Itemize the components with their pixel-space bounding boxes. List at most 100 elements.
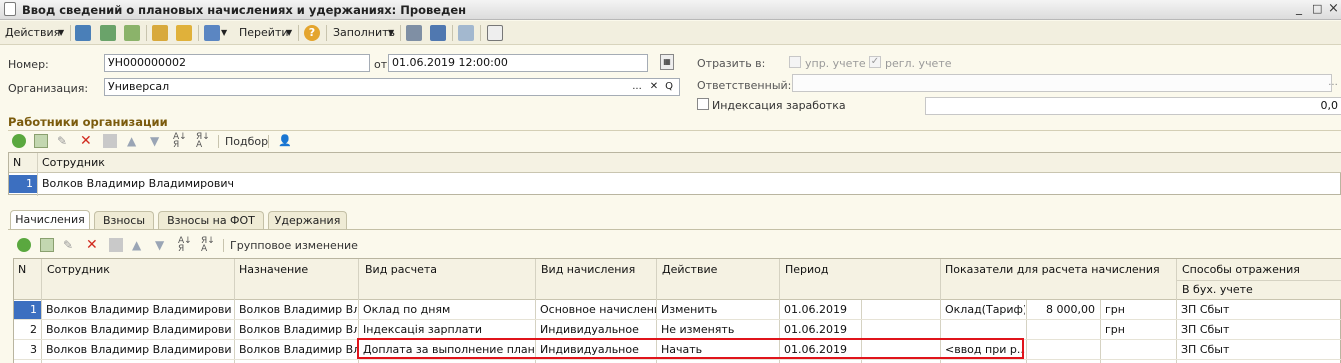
row-indicator-value[interactable]: 8 000,00: [1027, 301, 1098, 319]
sort-asc-accrual-icon[interactable]: A↓ Я: [178, 237, 192, 254]
delete-accrual-icon[interactable]: ✕: [86, 238, 100, 252]
minimize-button[interactable]: _: [1296, 1, 1302, 15]
open-organization-icon[interactable]: Q: [662, 79, 676, 95]
actions-dropdown-icon[interactable]: ▼: [58, 25, 64, 41]
organization-field[interactable]: Универсал: [104, 78, 680, 96]
delete-icon[interactable]: ✕: [80, 134, 94, 148]
employee-icon[interactable]: 👤: [278, 134, 292, 148]
report-icon[interactable]: [487, 25, 503, 41]
fill-dropdown-icon[interactable]: ▼: [388, 25, 394, 41]
structure-icon[interactable]: [430, 25, 446, 41]
group-change-button[interactable]: Групповое изменение: [230, 239, 358, 252]
actions-menu[interactable]: Действия: [5, 25, 60, 41]
number-field[interactable]: УН000000002: [104, 54, 370, 72]
indexation-amount-field[interactable]: 0,0: [925, 97, 1341, 115]
employee-name[interactable]: Волков Владимир Владимирович: [38, 175, 438, 193]
copy-row-icon[interactable]: [34, 134, 48, 148]
row-indicator-unit[interactable]: [1101, 341, 1175, 359]
row-accounting-method[interactable]: ЗП Сбыт: [1177, 321, 1341, 339]
calendar-icon[interactable]: ▦: [660, 54, 674, 70]
row-employee[interactable]: Волков Владимир Владимирович: [42, 341, 232, 359]
refresh-icon[interactable]: [100, 25, 116, 41]
tab-deductions[interactable]: Удержания: [268, 211, 347, 229]
unpost-icon[interactable]: [176, 25, 192, 41]
column-header-employee[interactable]: Сотрудник: [38, 154, 338, 172]
select-organization-button[interactable]: ...: [630, 79, 644, 95]
row-purpose[interactable]: Волков Владимир Вл...: [235, 301, 357, 319]
column-header-accounting[interactable]: В бух. учете: [1178, 281, 1341, 299]
row-indicator-value[interactable]: [1027, 321, 1098, 339]
row-accrual-kind[interactable]: Основное начисление: [536, 301, 656, 319]
sort-asc-icon[interactable]: A↓ Я: [173, 133, 187, 150]
tab-contributions[interactable]: Взносы: [94, 211, 154, 229]
sort-desc-icon[interactable]: Я↓ A: [196, 133, 210, 150]
goto-arrow-icon[interactable]: ▼: [221, 25, 227, 41]
row-indicator-name[interactable]: [941, 321, 1025, 339]
date-field[interactable]: 01.06.2019 12:00:00: [388, 54, 648, 72]
row-indicator-value[interactable]: [1027, 341, 1098, 359]
clear-organization-icon[interactable]: ✕: [647, 79, 661, 95]
edit-icon[interactable]: ✎: [57, 134, 71, 148]
row-purpose[interactable]: Волков Владимир Вл...: [235, 321, 357, 339]
column-header-n[interactable]: N: [9, 154, 36, 172]
end-edit-accrual-icon[interactable]: [109, 238, 123, 252]
responsible-field[interactable]: [792, 74, 1332, 92]
goto-dropdown-icon[interactable]: ▼: [286, 25, 292, 41]
column-header-accrual-kind[interactable]: Вид начисления: [537, 261, 657, 279]
copy-icon[interactable]: [124, 25, 140, 41]
row-period[interactable]: 01.06.2019: [780, 321, 860, 339]
management-accounting-checkbox[interactable]: [789, 56, 801, 68]
table-row[interactable]: 1 Волков Владимир Владимирович Волков Вл…: [14, 301, 1341, 320]
add-accrual-icon[interactable]: [17, 238, 31, 252]
row-employee[interactable]: Волков Владимир Владимирович: [42, 321, 232, 339]
close-button[interactable]: ×: [1328, 1, 1339, 16]
column-header-purpose[interactable]: Назначение: [235, 261, 355, 279]
move-down-icon[interactable]: ▼: [150, 134, 164, 148]
row-action[interactable]: Не изменять: [657, 321, 777, 339]
row-employee[interactable]: Волков Владимир Владимирович: [42, 301, 232, 319]
goto-icon[interactable]: [204, 25, 220, 41]
row-period[interactable]: 01.06.2019: [780, 301, 860, 319]
goto-menu[interactable]: Перейти: [239, 25, 289, 41]
sort-desc-accrual-icon[interactable]: Я↓ A: [201, 237, 215, 254]
edit-accrual-icon[interactable]: ✎: [63, 238, 77, 252]
row-purpose[interactable]: Волков Владимир Вл...: [235, 341, 357, 359]
row-indicator-unit[interactable]: грн: [1101, 301, 1175, 319]
end-edit-icon[interactable]: [103, 134, 117, 148]
column-header-calc-type[interactable]: Вид расчета: [361, 261, 531, 279]
column-header-employee[interactable]: Сотрудник: [43, 261, 233, 279]
fill-menu[interactable]: Заполнить: [333, 25, 395, 41]
preview-icon[interactable]: [458, 25, 474, 41]
pick-button[interactable]: Подбор: [225, 135, 268, 148]
copy-accrual-icon[interactable]: [40, 238, 54, 252]
move-up-icon[interactable]: ▲: [127, 134, 141, 148]
tab-accruals[interactable]: Начисления: [10, 210, 90, 229]
add-icon[interactable]: [12, 134, 26, 148]
select-responsible-button[interactable]: ...: [1326, 75, 1340, 91]
row-accounting-method[interactable]: ЗП Сбыт: [1177, 341, 1341, 359]
table-row[interactable]: 1 Волков Владимир Владимирович: [9, 175, 1341, 194]
column-header-action[interactable]: Действие: [658, 261, 778, 279]
regulated-accounting-checkbox[interactable]: ✓: [869, 56, 881, 68]
move-down-accrual-icon[interactable]: ▼: [155, 238, 169, 252]
column-header-n[interactable]: N: [14, 261, 41, 279]
row-indicator-name[interactable]: Оклад(Тариф): [941, 301, 1025, 319]
column-header-period[interactable]: Период: [781, 261, 931, 279]
row-accounting-method[interactable]: ЗП Сбыт: [1177, 301, 1341, 319]
maximize-button[interactable]: □: [1312, 2, 1322, 15]
post-icon[interactable]: [152, 25, 168, 41]
row-calc-type[interactable]: Оклад по дням: [359, 301, 534, 319]
responsible-label: Ответственный:: [697, 79, 792, 92]
tab-payroll-fund-contributions[interactable]: Взносы на ФОТ: [158, 211, 264, 229]
move-up-accrual-icon[interactable]: ▲: [132, 238, 146, 252]
row-calc-type[interactable]: Індексація зарплати: [359, 321, 534, 339]
row-accrual-kind[interactable]: Индивидуальное: [536, 321, 656, 339]
row-indicator-unit[interactable]: грн: [1101, 321, 1175, 339]
row-action[interactable]: Изменить: [657, 301, 777, 319]
indexation-checkbox[interactable]: [697, 98, 709, 110]
list-icon[interactable]: [406, 25, 422, 41]
column-header-indicators[interactable]: Показатели для расчета начисления: [941, 261, 1171, 279]
column-header-reflection-methods[interactable]: Способы отражения: [1178, 261, 1341, 279]
save-post-icon[interactable]: [75, 25, 91, 41]
help-icon[interactable]: ?: [304, 25, 320, 41]
